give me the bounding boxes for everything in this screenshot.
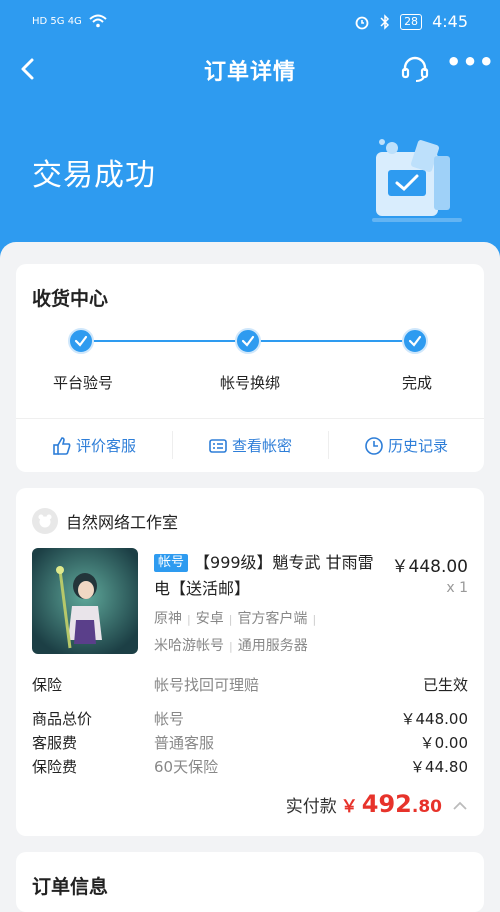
shop-name: 自然网络工作室 [66, 513, 179, 532]
currency-symbol: ￥ [340, 797, 358, 817]
attribute-line: 原神 | 安卓 | 官方客户端 | [154, 611, 317, 627]
battery-indicator: 28 [400, 13, 423, 30]
product-title[interactable]: 帐号 【999级】魈专武 甘雨雷电【送活邮】 [154, 550, 384, 602]
receive-center-title: 收货中心 [32, 288, 109, 310]
amount-paid-decimal: .80 [411, 797, 442, 817]
more-options-button[interactable]: ••• [446, 50, 494, 82]
clock-icon [365, 436, 383, 455]
order-info-title: 订单信息 [32, 876, 109, 898]
insurance-fee-row: 保险费 60天保险 ￥44.80 [32, 756, 468, 778]
subtotal-desc: 帐号 [154, 710, 185, 728]
receive-actions: 评价客服 查看帐密 历史记录 [16, 419, 484, 472]
attribute-line: 米哈游帐号 | 通用服务器 [154, 638, 308, 654]
rate-service-label: 评价客服 [75, 437, 136, 455]
status-right: 28 4:45 [354, 12, 468, 31]
status-bar: HD 5G 4G 28 4:45 [0, 0, 500, 46]
insurance-fee-label: 保险费 [32, 758, 78, 776]
chevron-up-icon[interactable] [452, 800, 468, 812]
nav-bar: 订单详情 ••• [0, 46, 500, 94]
amount-paid-integer: 492 [361, 790, 412, 818]
history-button[interactable]: 历史记录 [328, 419, 484, 472]
service-fee-value: ￥0.00 [419, 734, 468, 752]
wifi-icon [89, 14, 107, 28]
account-card-icon [209, 438, 227, 453]
insurance-fee-value: ￥44.80 [410, 758, 468, 776]
step-check-icon [235, 328, 261, 354]
attribute: 官方客户端 [237, 611, 308, 627]
customer-service-button[interactable] [400, 54, 430, 84]
view-credentials-label: 查看帐密 [231, 437, 292, 455]
attribute: 安卓 [195, 611, 224, 627]
signal-text: HD 5G 4G [32, 15, 82, 27]
product-attributes: 原神 | 安卓 | 官方客户端 | 米哈游帐号 | 通用服务器 [154, 606, 394, 660]
thumbs-up-icon [53, 436, 71, 455]
shop-avatar [32, 508, 58, 534]
headset-icon [401, 56, 429, 82]
step-check-icon [68, 328, 94, 354]
attribute: 通用服务器 [237, 638, 308, 654]
subtotal-label: 商品总价 [32, 710, 93, 728]
product-thumbnail[interactable] [32, 548, 138, 654]
signal-indicators: HD 5G 4G [32, 14, 108, 28]
view-credentials-button[interactable]: 查看帐密 [172, 419, 328, 472]
clipboard-illustration-icon [368, 132, 472, 224]
attribute: 原神 [154, 611, 182, 627]
step-label: 帐号换绑 [219, 374, 280, 392]
order-info-card: 订单信息 [16, 852, 484, 912]
shop-header[interactable]: 自然网络工作室 [32, 508, 178, 534]
step-check-icon [402, 328, 428, 354]
subtotal-row: 商品总价 帐号 ￥448.00 [32, 708, 468, 730]
service-fee-desc: 普通客服 [154, 734, 215, 752]
rate-service-button[interactable]: 评价客服 [16, 419, 172, 472]
service-fee-row: 客服费 普通客服 ￥0.00 [32, 732, 468, 754]
receive-center-card: 收货中心 平台验号 帐号换绑 完成 评价客服 查看帐密 历史记录 [16, 264, 484, 472]
bluetooth-icon [380, 13, 390, 30]
clock-time: 4:45 [432, 12, 468, 31]
product-price: ￥448.00 [391, 557, 468, 577]
amount-paid-label: 实付款 [285, 797, 337, 817]
step-label: 平台验号 [52, 374, 113, 392]
subtotal-value: ￥448.00 [400, 710, 469, 728]
bear-icon [38, 514, 52, 528]
alarm-icon [355, 16, 369, 29]
history-label: 历史记录 [387, 437, 448, 455]
insurance-label: 保险 [32, 676, 63, 694]
step-label: 完成 [401, 374, 432, 392]
insurance-status: 已生效 [422, 676, 468, 694]
product-quantity: x 1 [446, 580, 468, 596]
service-fee-label: 客服费 [32, 734, 78, 752]
order-card: 自然网络工作室 帐号 【999级】魈专武 甘雨雷电【送活邮】 ￥448.00 x … [16, 488, 484, 836]
order-status: 交易成功 [32, 158, 156, 193]
insurance-row: 保险 帐号找回可理赔 已生效 [32, 674, 468, 696]
insurance-fee-desc: 60天保险 [154, 758, 219, 776]
amount-paid[interactable]: 实付款 ￥ 492 .80 [286, 790, 468, 818]
product-tag: 帐号 [154, 554, 189, 572]
insurance-desc: 帐号找回可理赔 [154, 676, 260, 694]
attribute: 米哈游帐号 [154, 638, 224, 654]
